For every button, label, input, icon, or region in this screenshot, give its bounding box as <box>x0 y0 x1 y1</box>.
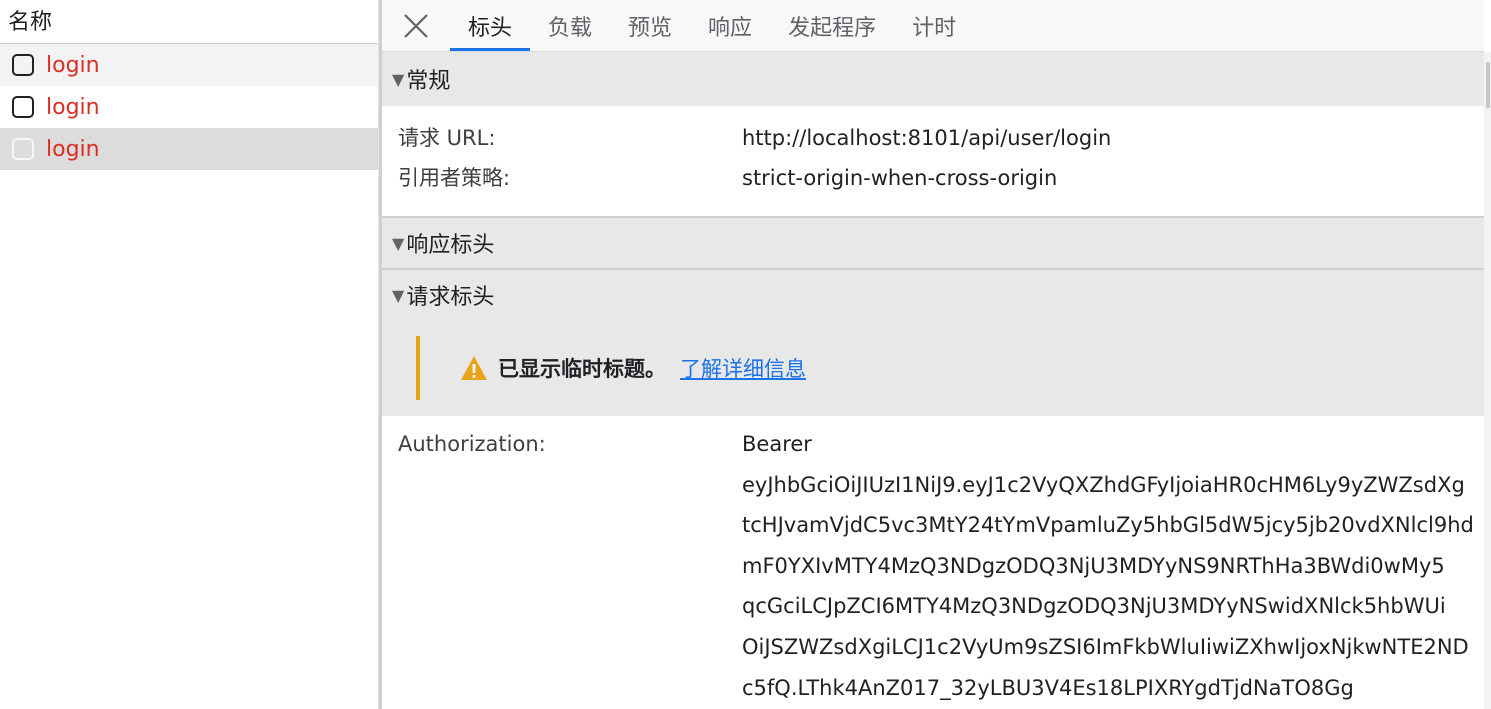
request-headers-section-header[interactable]: ▼ 请求标头 <box>382 268 1484 320</box>
general-section-header[interactable]: ▼ 常规 <box>382 52 1484 106</box>
general-section-body: 请求 URL: http://localhost:8101/api/user/l… <box>382 106 1484 216</box>
response-headers-section-header[interactable]: ▼ 响应标头 <box>382 216 1484 268</box>
name-column-header[interactable]: 名称 <box>0 0 378 44</box>
learn-more-link[interactable]: 了解详细信息 <box>680 353 806 383</box>
request-url-value: http://localhost:8101/api/user/login <box>742 126 1112 150</box>
warning-content: 已显示临时标题。 了解详细信息 <box>416 336 806 400</box>
request-checkbox[interactable] <box>12 96 34 118</box>
warning-text: 已显示临时标题。 <box>498 357 666 381</box>
authorization-line: tcHJvamVjdC5vc3MtY24tYmVpamluZy5hbGl5dW5… <box>742 513 1474 538</box>
close-icon <box>404 13 428 38</box>
referrer-policy-row: 引用者策略: strict-origin-when-cross-origin <box>398 158 1484 198</box>
general-section-title: 常规 <box>406 69 451 94</box>
request-url-label: 请求 URL: <box>398 126 496 150</box>
request-details-panel: 标头 负载 预览 响应 发起程序 计时 ▼ 常规 请求 URL: http://… <box>382 0 1484 709</box>
expand-triangle-icon: ▼ <box>392 285 405 305</box>
referrer-policy-label: 引用者策略: <box>398 166 511 190</box>
authorization-label: Authorization: <box>398 432 546 456</box>
request-list-panel: 名称 login login login <box>0 0 378 709</box>
close-button[interactable] <box>382 0 450 51</box>
details-tab-bar: 标头 负载 预览 响应 发起程序 计时 <box>382 0 1484 52</box>
vertical-scrollbar[interactable] <box>1484 52 1491 709</box>
expand-triangle-icon: ▼ <box>392 69 405 89</box>
tab-headers[interactable]: 标头 <box>450 0 531 51</box>
request-name: login <box>46 52 100 78</box>
request-name: login <box>46 94 100 120</box>
request-row-selected[interactable]: login <box>0 128 378 170</box>
warning-icon <box>461 356 487 380</box>
tab-preview[interactable]: 预览 <box>610 0 690 51</box>
tab-payload[interactable]: 负载 <box>530 0 610 51</box>
request-name: login <box>46 136 100 162</box>
tab-timing[interactable]: 计时 <box>894 0 974 51</box>
authorization-line: OiJSZWZsdXgiLCJ1c2VyUm9sZSI6ImFkbWluIiwi… <box>742 634 1469 659</box>
tab-response[interactable]: 响应 <box>690 0 770 51</box>
request-checkbox[interactable] <box>12 54 34 76</box>
tab-initiator[interactable]: 发起程序 <box>770 0 894 51</box>
authorization-line: eyJhbGciOiJIUzI1NiJ9.eyJ1c2VyQXZhdGFyIjo… <box>742 472 1465 497</box>
authorization-value: Bearer eyJhbGciOiJIUzI1NiJ9.eyJ1c2VyQXZh… <box>742 424 1482 708</box>
authorization-line: qcGciLCJpZCI6MTY4MzQ3NDgzODQ3NjU3MDYyNSw… <box>742 594 1446 619</box>
scrollbar-thumb[interactable] <box>1486 62 1490 108</box>
expand-triangle-icon: ▼ <box>392 233 405 253</box>
request-headers-title: 请求标头 <box>406 285 495 310</box>
response-headers-title: 响应标头 <box>406 233 495 258</box>
referrer-policy-value: strict-origin-when-cross-origin <box>742 166 1058 190</box>
authorization-line: Bearer <box>742 432 812 456</box>
provisional-headers-warning: 已显示临时标题。 了解详细信息 <box>382 320 1484 416</box>
request-row[interactable]: login <box>0 44 378 86</box>
authorization-line: c5fQ.LThk4AnZ017_32yLBU3V4Es18LPIXRYgdTj… <box>742 675 1354 700</box>
authorization-line: mF0YXIvMTY4MzQ3NDgzODQ3NjU3MDYyNS9NRThHa… <box>742 553 1445 578</box>
authorization-header-row: Authorization: Bearer eyJhbGciOiJIUzI1Ni… <box>382 416 1484 708</box>
request-url-row: 请求 URL: http://localhost:8101/api/user/l… <box>398 118 1484 158</box>
request-checkbox[interactable] <box>12 138 34 160</box>
request-row[interactable]: login <box>0 86 378 128</box>
